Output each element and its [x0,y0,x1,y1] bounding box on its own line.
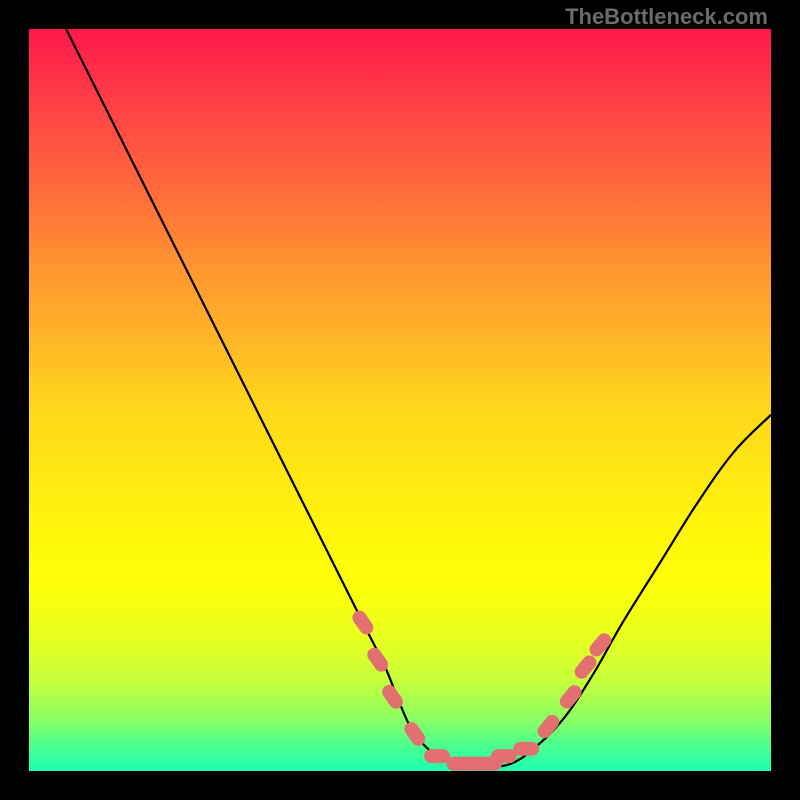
bottleneck-curve [66,29,771,768]
marker-capsule [572,653,599,682]
marker-capsule [557,682,584,711]
marker-capsule [513,742,539,756]
marker-capsule [350,608,376,637]
marker-capsule [424,749,450,763]
chart-svg [29,29,771,771]
marker-group [350,608,614,771]
watermark-text: TheBottleneck.com [565,4,768,30]
marker-capsule [491,749,517,763]
